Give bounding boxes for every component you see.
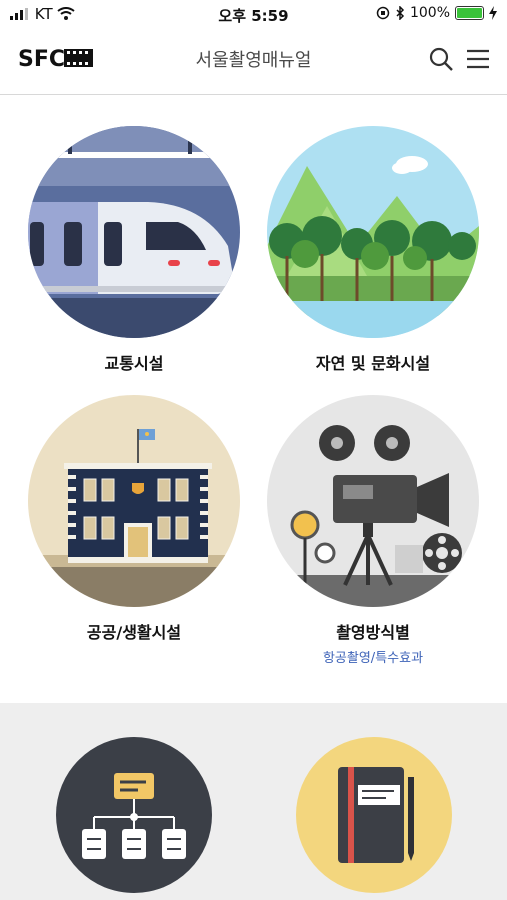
building-illustration bbox=[28, 395, 240, 607]
bluetooth-icon bbox=[396, 6, 405, 20]
orientation-lock-icon bbox=[376, 6, 390, 20]
category-filming-method[interactable]: 촬영방식별 항공촬영/특수효과 bbox=[263, 395, 483, 666]
category-public-living[interactable]: 공공/생활시설 bbox=[24, 395, 244, 643]
category-nature-culture[interactable]: 자연 및 문화시설 bbox=[263, 126, 483, 374]
camera-illustration bbox=[267, 395, 479, 607]
lower-section bbox=[0, 703, 507, 900]
category-label: 교통시설 bbox=[104, 354, 164, 373]
menu-button[interactable] bbox=[465, 46, 493, 74]
charging-icon bbox=[489, 6, 497, 20]
hamburger-icon bbox=[467, 49, 489, 69]
category-sublabel[interactable]: 항공촬영/특수효과 bbox=[263, 647, 483, 666]
org-chart-illustration[interactable] bbox=[56, 737, 212, 893]
category-label: 자연 및 문화시설 bbox=[315, 354, 431, 373]
notebook-illustration[interactable] bbox=[296, 737, 452, 893]
category-label: 촬영방식별 bbox=[336, 623, 410, 642]
category-transport[interactable]: 교통시설 bbox=[24, 126, 244, 374]
battery-percent: 100% bbox=[409, 5, 450, 21]
train-illustration bbox=[28, 126, 240, 338]
battery-icon bbox=[455, 6, 484, 20]
search-button[interactable] bbox=[428, 46, 456, 74]
nature-illustration bbox=[267, 126, 479, 338]
category-label: 공공/생활시설 bbox=[86, 623, 182, 642]
app-header: SFC 서울촬영매뉴얼 bbox=[0, 28, 507, 95]
search-icon bbox=[429, 47, 453, 71]
status-bar: KT 오후 5:59 100% bbox=[0, 0, 507, 28]
